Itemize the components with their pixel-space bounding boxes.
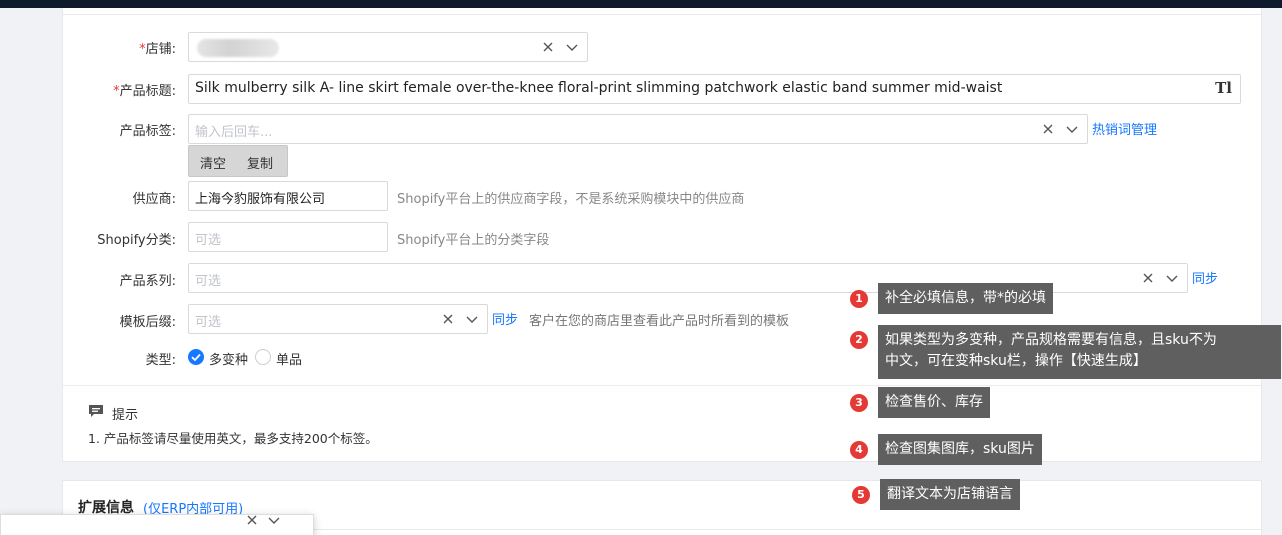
card-divider: [62, 14, 1262, 15]
store-select[interactable]: [188, 32, 588, 62]
clear-icon[interactable]: [245, 513, 259, 527]
series-placeholder: 可选: [195, 274, 222, 289]
notice-text: 1. 产品标签请尽量使用英文，最多支持200个标签。: [88, 431, 378, 446]
shopify-category-hint: Shopify平台上的分类字段: [397, 233, 550, 248]
vendor-input[interactable]: 上海今豹服饰有限公司: [188, 181, 388, 211]
check-icon: [191, 353, 201, 362]
radio-multi-variant-label: 多变种: [209, 353, 249, 368]
tip-badge-1: 1: [850, 290, 868, 308]
chevron-down-icon[interactable]: [1065, 122, 1079, 136]
clear-icon[interactable]: [541, 40, 555, 54]
chevron-down-icon[interactable]: [1165, 271, 1179, 285]
template-hint: 客户在您的商店里查看此产品时所看到的模板: [529, 314, 790, 329]
tip-badge-3: 3: [850, 394, 868, 412]
copy-tags-button[interactable]: 复制: [247, 153, 273, 172]
tip-1: 补全必填信息，带*的必填: [878, 283, 1053, 314]
clear-icon[interactable]: [441, 312, 455, 326]
notice-title: 提示: [112, 408, 139, 423]
title-label: *产品标题:: [56, 80, 176, 99]
message-icon: [89, 405, 103, 417]
title-label-text: 产品标题:: [119, 84, 176, 99]
product-title-input[interactable]: Silk mulberry silk A- line skirt female …: [188, 74, 1241, 104]
tags-label: 产品标签:: [119, 124, 176, 139]
radio-single-label: 单品: [276, 353, 303, 368]
clear-icon[interactable]: [1041, 122, 1055, 136]
tags-placeholder: 输入后回车...: [195, 125, 273, 140]
chevron-down-icon[interactable]: [465, 312, 479, 326]
tip-2-line1: 如果类型为多变种，产品规格需要有信息，且sku不为: [885, 332, 1217, 348]
template-label: 模板后缀:: [119, 315, 176, 330]
tag-button-group: 清空 复制: [188, 145, 288, 177]
template-suffix-select[interactable]: 可选: [188, 304, 488, 334]
tip-5: 翻译文本为店铺语言: [880, 479, 1020, 510]
shopify-category-label: Shopify分类:: [97, 233, 176, 248]
product-tags-input[interactable]: 输入后回车...: [188, 114, 1088, 144]
tip-badge-4: 4: [850, 441, 868, 459]
shopify-category-input[interactable]: 可选: [188, 222, 388, 252]
radio-single[interactable]: [255, 349, 271, 365]
template-placeholder: 可选: [195, 315, 222, 330]
store-label-text: 店铺:: [145, 42, 176, 57]
vendor-value: 上海今豹服饰有限公司: [195, 192, 326, 207]
tip-3: 检查售价、库存: [878, 387, 990, 418]
store-label: *店铺:: [56, 38, 176, 57]
clear-tags-button[interactable]: 清空: [200, 153, 226, 172]
series-sync-link[interactable]: 同步: [1192, 268, 1218, 287]
chevron-down-icon[interactable]: [267, 513, 281, 527]
product-title-value: Silk mulberry silk A- line skirt female …: [195, 80, 1003, 96]
tip-2-line2: 中文，可在变种sku栏，操作【快速生成】: [885, 353, 1147, 369]
tip-badge-2: 2: [850, 331, 868, 349]
vendor-hint: Shopify平台上的供应商字段，不是系统采购模块中的供应商: [397, 192, 745, 207]
top-nav-bar: [0, 0, 1282, 8]
floating-dropdown[interactable]: [0, 514, 314, 535]
clear-icon[interactable]: [1141, 271, 1155, 285]
shopify-category-placeholder: 可选: [195, 233, 222, 248]
tip-badge-5: 5: [852, 486, 870, 504]
tip-4: 检查图集图库，sku图片: [878, 434, 1042, 465]
series-label: 产品系列:: [119, 274, 176, 289]
chevron-down-icon[interactable]: [565, 40, 579, 54]
hot-keywords-link[interactable]: 热销词管理: [1092, 119, 1157, 138]
text-format-icon[interactable]: Tl: [1215, 79, 1232, 97]
section-divider: [63, 385, 1261, 386]
blurred-store-name: [197, 39, 279, 57]
vendor-label: 供应商:: [132, 192, 176, 207]
type-label: 类型:: [145, 353, 176, 368]
template-sync-link[interactable]: 同步: [492, 309, 518, 328]
tip-2: 如果类型为多变种，产品规格需要有信息，且sku不为 中文，可在变种sku栏，操作…: [878, 325, 1281, 379]
radio-multi-variant[interactable]: [188, 349, 204, 365]
